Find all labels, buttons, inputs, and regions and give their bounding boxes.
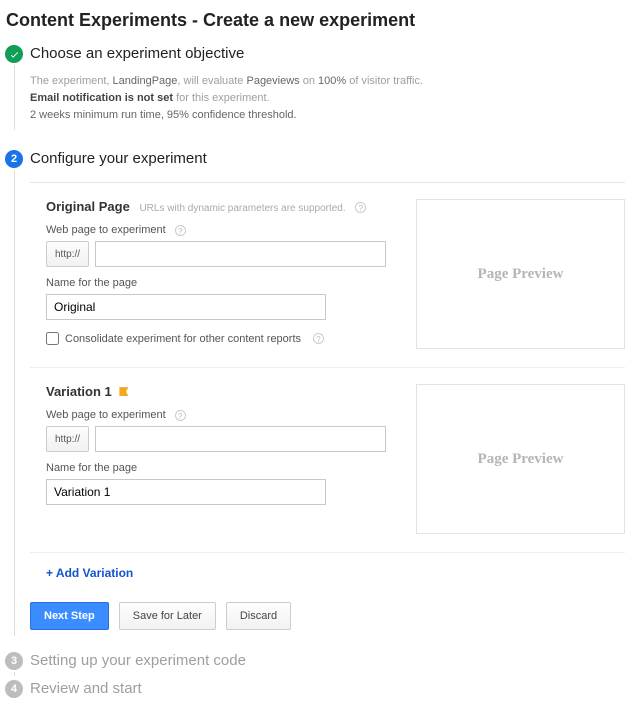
original-url-label: Web page to experiment — [46, 224, 166, 236]
step-number-badge: 4 — [5, 680, 23, 698]
variation-1-url-input[interactable] — [95, 426, 386, 452]
check-icon — [5, 45, 23, 63]
email-notification-status: Email notification is not set — [30, 92, 173, 104]
help-icon[interactable]: ? — [313, 333, 324, 344]
step-objective-title[interactable]: Choose an experiment objective — [30, 45, 625, 63]
scheme-dropdown[interactable]: http:// — [46, 426, 89, 452]
step-configure-title: Configure your experiment — [30, 150, 625, 168]
step-code: 3 Setting up your experiment code — [4, 652, 625, 670]
step-configure: 2 Configure your experiment Original Pag… — [4, 150, 625, 630]
step-code-title[interactable]: Setting up your experiment code — [30, 652, 625, 670]
original-name-label: Name for the page — [46, 277, 386, 289]
metric-name: Pageviews — [246, 75, 299, 87]
variation-1-url-label: Web page to experiment — [46, 409, 166, 421]
variation-1-block: Variation 1 Web page to experiment ? htt… — [30, 367, 625, 552]
flag-icon — [119, 387, 128, 396]
consolidate-row[interactable]: Consolidate experiment for other content… — [46, 332, 386, 345]
add-variation-row: + Add Variation — [30, 552, 625, 598]
action-buttons: Next Step Save for Later Discard — [30, 602, 625, 630]
original-preview: Page Preview — [416, 199, 625, 349]
help-icon[interactable]: ? — [355, 202, 366, 213]
traffic-percent: 100% — [318, 75, 346, 87]
variation-1-name-input[interactable] — [46, 479, 326, 505]
original-name-input[interactable] — [46, 294, 326, 320]
step-number-badge: 3 — [5, 652, 23, 670]
page-title: Content Experiments - Create a new exper… — [4, 10, 625, 31]
experiment-name: LandingPage — [113, 75, 178, 87]
original-hint: URLs with dynamic parameters are support… — [139, 203, 345, 214]
step-objective: Choose an experiment objective The exper… — [4, 45, 625, 124]
step-review-title[interactable]: Review and start — [30, 680, 625, 698]
original-url-input[interactable] — [95, 241, 386, 267]
discard-button[interactable]: Discard — [226, 602, 291, 630]
help-icon[interactable]: ? — [175, 225, 186, 236]
objective-summary: The experiment, LandingPage, will evalua… — [30, 73, 625, 124]
scheme-dropdown[interactable]: http:// — [46, 241, 89, 267]
configure-panel: Original Page URLs with dynamic paramete… — [30, 182, 625, 598]
step-review: 4 Review and start — [4, 680, 625, 698]
next-step-button[interactable]: Next Step — [30, 602, 109, 630]
consolidate-label: Consolidate experiment for other content… — [65, 333, 301, 345]
consolidate-checkbox[interactable] — [46, 332, 59, 345]
save-for-later-button[interactable]: Save for Later — [119, 602, 216, 630]
wizard-steps: Choose an experiment objective The exper… — [4, 45, 625, 698]
help-icon[interactable]: ? — [175, 410, 186, 421]
variation-1-name-label: Name for the page — [46, 462, 386, 474]
run-settings: 2 weeks minimum run time, 95% confidence… — [30, 107, 625, 124]
step-number-badge: 2 — [5, 150, 23, 168]
variation-1-heading: Variation 1 — [46, 384, 112, 399]
original-page-block: Original Page URLs with dynamic paramete… — [30, 183, 625, 367]
original-heading: Original Page — [46, 199, 130, 214]
variation-1-preview: Page Preview — [416, 384, 625, 534]
add-variation-link[interactable]: + Add Variation — [46, 566, 133, 580]
